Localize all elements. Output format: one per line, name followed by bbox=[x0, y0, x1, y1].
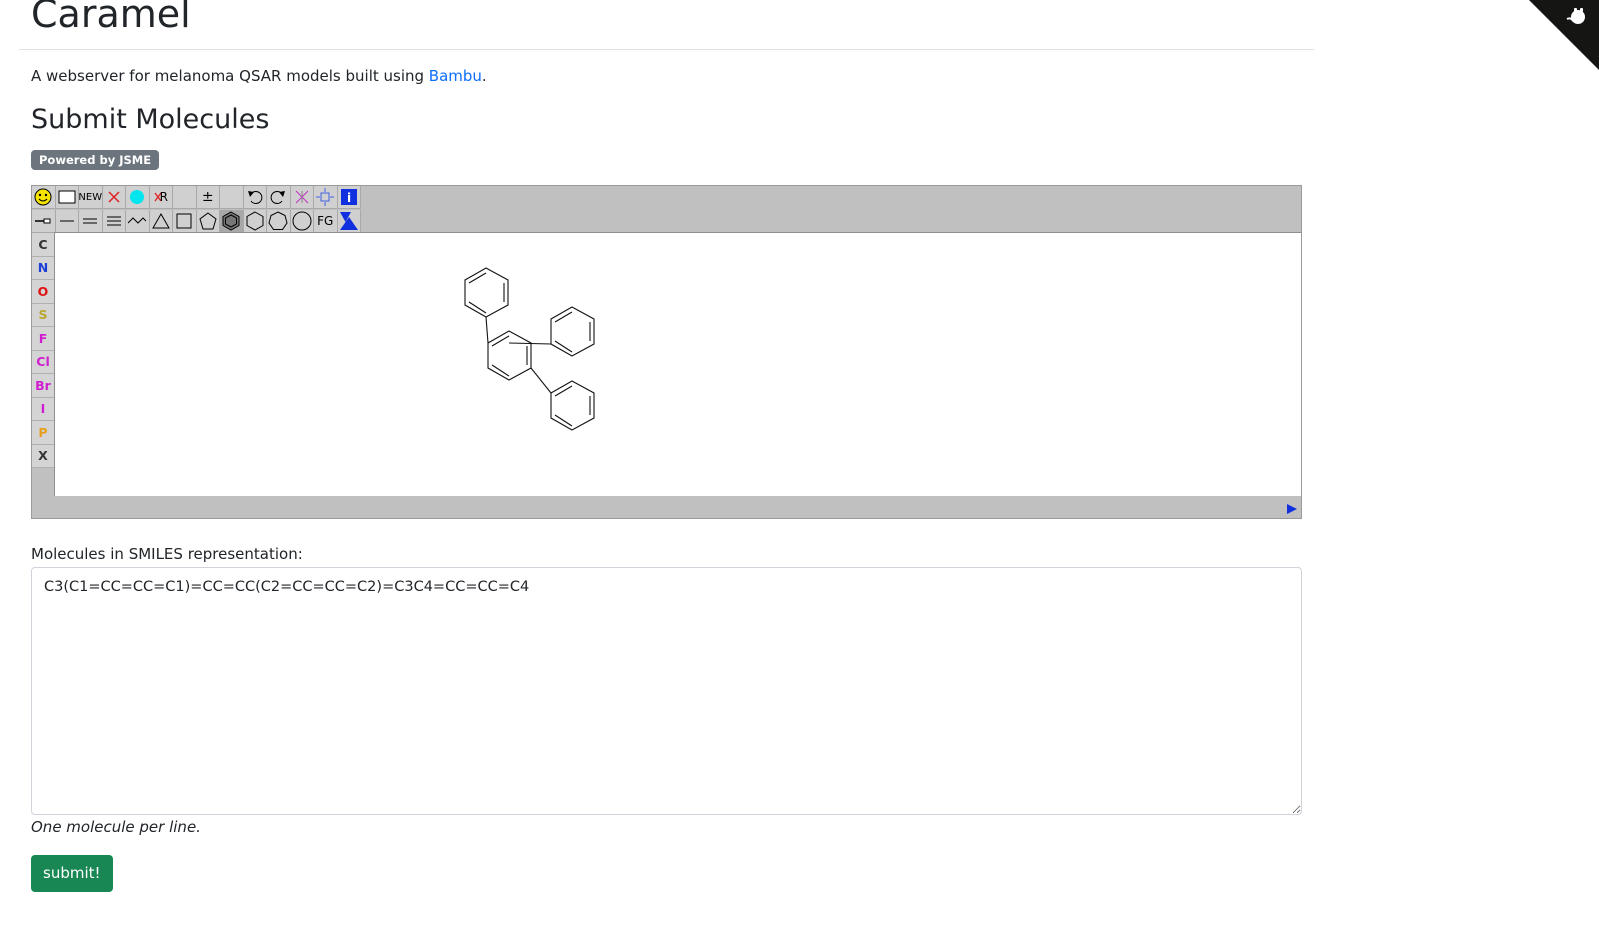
element-button-o[interactable]: O bbox=[32, 280, 54, 304]
octagon-ring-icon[interactable] bbox=[290, 210, 314, 233]
empty-box-icon[interactable] bbox=[55, 186, 79, 209]
single-bond-icon[interactable] bbox=[55, 210, 79, 233]
cyan-dot-icon[interactable] bbox=[126, 186, 150, 209]
element-button-s[interactable]: S bbox=[32, 303, 54, 327]
molecule-drawing bbox=[464, 267, 595, 431]
editor-toolbar-top: NEW R ± i bbox=[32, 186, 361, 209]
charge-icon[interactable]: ± bbox=[196, 186, 220, 209]
clear-icon[interactable] bbox=[290, 186, 314, 209]
smiles-label: Molecules in SMILES representation: bbox=[31, 545, 303, 563]
element-button-n[interactable]: N bbox=[32, 256, 54, 280]
redo-icon[interactable] bbox=[267, 186, 291, 209]
new-button-label: NEW bbox=[78, 191, 103, 203]
pentagon-ring-icon[interactable] bbox=[196, 210, 220, 233]
triple-bond-icon[interactable] bbox=[102, 210, 126, 233]
smiley-icon[interactable] bbox=[32, 186, 56, 209]
element-button-c[interactable]: C bbox=[32, 233, 54, 257]
chain-wave-icon[interactable] bbox=[126, 210, 150, 233]
functional-group-button-label: FG bbox=[317, 214, 334, 228]
molecule-editor: NEW R ± i FG C N O S F Cl Br I P X bbox=[31, 185, 1302, 519]
smiles-textarea[interactable]: C3(C1=CC=CC=C1)=CC=CC(C2=CC=CC=C2)=C3C4=… bbox=[31, 567, 1302, 815]
powered-by-badge: Powered by JSME bbox=[31, 150, 160, 170]
svg-text:i: i bbox=[347, 191, 351, 205]
triangle-ring-icon[interactable] bbox=[149, 210, 173, 233]
help-text: One molecule per line. bbox=[31, 818, 201, 836]
chain-icon[interactable] bbox=[32, 210, 56, 233]
element-palette: C N O S F Cl Br I P X bbox=[32, 233, 54, 468]
intro-text: A webserver for melanoma QSAR models bui… bbox=[31, 67, 487, 85]
blank-slot-2 bbox=[220, 186, 244, 209]
element-button-f[interactable]: F bbox=[32, 327, 54, 351]
element-button-br[interactable]: Br bbox=[32, 374, 54, 398]
main-container: Caramel A webserver for melanoma QSAR mo… bbox=[19, 0, 1314, 892]
delete-r-icon-label: R bbox=[159, 190, 168, 204]
double-bond-icon[interactable] bbox=[79, 210, 103, 233]
hexagon-ring-icon[interactable] bbox=[243, 210, 267, 233]
delete-x-icon[interactable] bbox=[102, 186, 126, 209]
square-ring-icon[interactable] bbox=[173, 210, 197, 233]
element-button-x[interactable]: X bbox=[32, 444, 54, 468]
blank-slot bbox=[173, 186, 197, 209]
element-button-p[interactable]: P bbox=[32, 421, 54, 445]
move-icon[interactable] bbox=[314, 186, 338, 209]
heptagon-ring-icon[interactable] bbox=[267, 210, 291, 233]
page-title: Caramel bbox=[19, 0, 1314, 50]
delete-r-icon[interactable]: R bbox=[149, 186, 173, 209]
section-heading: Submit Molecules bbox=[31, 104, 270, 135]
undo-icon[interactable] bbox=[243, 186, 267, 209]
element-button-cl[interactable]: Cl bbox=[32, 350, 54, 374]
github-corner-icon[interactable] bbox=[1529, 0, 1599, 70]
editor-toolbar-bottom: FG bbox=[32, 210, 361, 233]
bambu-link[interactable]: Bambu bbox=[429, 67, 482, 85]
charge-icon-label: ± bbox=[201, 189, 214, 205]
benzene-ring-icon[interactable] bbox=[220, 210, 244, 233]
submit-button[interactable]: submit! bbox=[31, 855, 113, 892]
info-icon[interactable]: i bbox=[337, 186, 361, 209]
mark-icon[interactable] bbox=[337, 210, 361, 233]
new-button[interactable]: NEW bbox=[78, 186, 103, 209]
play-arrow-icon[interactable] bbox=[1286, 503, 1298, 515]
element-button-i[interactable]: I bbox=[32, 397, 54, 421]
functional-group-button[interactable]: FG bbox=[314, 210, 338, 233]
drawing-canvas[interactable] bbox=[54, 232, 1301, 496]
